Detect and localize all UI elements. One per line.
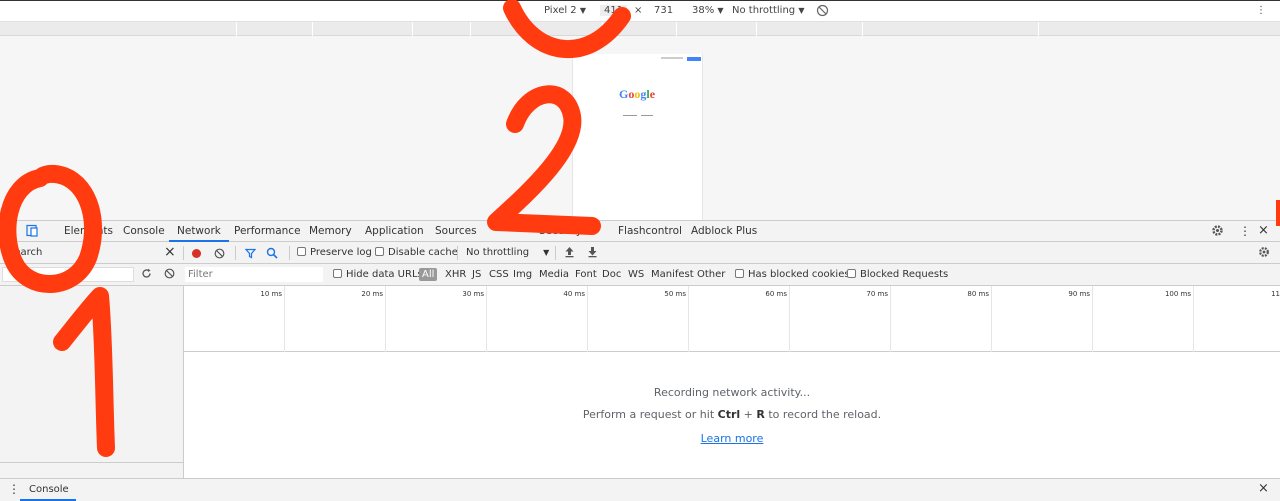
media-query-ruler — [0, 22, 1280, 36]
tab-network[interactable]: Network — [169, 225, 229, 242]
has-blocked-cookies-label: Has blocked cookies — [748, 269, 850, 280]
filter-js[interactable]: JS — [472, 269, 481, 280]
tab-flashcontrol[interactable]: Flashcontrol — [618, 225, 682, 237]
tab-adblock-plus[interactable]: Adblock Plus — [691, 225, 757, 237]
tab-elements[interactable]: Elements — [64, 225, 113, 237]
filter-ws[interactable]: WS — [628, 269, 644, 280]
record-button-icon[interactable] — [191, 248, 202, 262]
drawer-tab-console[interactable]: Console — [29, 484, 69, 495]
network-overview-timeline[interactable]: 10 ms 20 ms 30 ms 40 ms 50 ms 60 ms 70 m… — [184, 286, 1280, 352]
preview-link — [623, 115, 637, 116]
preview-top-links — [661, 57, 683, 59]
throttling-dropdown[interactable]: No throttling ▼ — [466, 247, 549, 258]
device-select[interactable]: Pixel 2 ▼ — [544, 5, 586, 16]
timeline-tick-label: 90 ms — [1068, 290, 1090, 298]
learn-more-link[interactable]: Learn more — [701, 432, 764, 445]
width-input[interactable]: 411 — [600, 5, 628, 16]
preserve-log-checkbox[interactable]: Preserve log — [297, 247, 372, 258]
throttling-select[interactable]: No throttling ▼ — [732, 5, 804, 16]
disable-cache-label: Disable cache — [388, 247, 458, 258]
disable-cache-checkbox[interactable]: Disable cache — [375, 247, 458, 258]
filter-doc[interactable]: Doc — [602, 269, 621, 280]
phone-preview[interactable]: Google — [572, 54, 703, 220]
filter-font[interactable]: Font — [575, 269, 597, 280]
preview-link — [641, 115, 653, 116]
timeline-tick-label: 50 ms — [664, 290, 686, 298]
filter-placeholder: Filter — [188, 269, 213, 280]
timeline-tick-label: 10 ms — [260, 290, 282, 298]
search-icon[interactable] — [266, 247, 278, 262]
filter-funnel-icon[interactable] — [244, 248, 257, 262]
clear-search-icon[interactable] — [164, 268, 175, 282]
tab-console[interactable]: Console — [123, 225, 165, 237]
console-drawer: ⋮ Console × — [0, 478, 1280, 501]
customize-more-icon[interactable]: ⋮ — [1239, 224, 1251, 238]
tab-memory[interactable]: Memory — [309, 225, 352, 237]
reload-hint: Perform a request or hit Ctrl + R to rec… — [582, 408, 882, 421]
filter-input[interactable]: Filter — [185, 267, 323, 282]
rotate-icon[interactable] — [816, 4, 829, 20]
tab-application[interactable]: Application — [365, 225, 424, 237]
search-panel-title: Search — [8, 247, 43, 258]
preview-signin-button — [687, 57, 701, 61]
network-toolbar: Search × Preserve log Disable cache No t… — [0, 242, 1280, 264]
search-query-input[interactable] — [2, 267, 134, 282]
timeline-tick-label: 40 ms — [563, 290, 585, 298]
filter-img[interactable]: Img — [513, 269, 532, 280]
tab-performance[interactable]: Performance — [234, 225, 301, 237]
timeline-tick-label: 100 ms — [1164, 290, 1191, 298]
network-settings-gear-icon[interactable] — [1258, 246, 1270, 261]
more-options-icon[interactable]: ⋮ — [1256, 5, 1266, 16]
preserve-log-label: Preserve log — [310, 247, 372, 258]
export-har-icon[interactable] — [587, 246, 598, 261]
timeline-tick-label: 30 ms — [462, 290, 484, 298]
height-input[interactable]: 731 — [650, 5, 678, 16]
filter-toolbar: Filter Hide data URLs All XHR JS CSS Img… — [0, 264, 1280, 286]
settings-gear-icon[interactable] — [1211, 224, 1224, 240]
device-toolbar: Pixel 2 ▼ 411 × 731 38% ▼ No throttling … — [0, 0, 1280, 22]
dimension-times: × — [634, 5, 643, 16]
refresh-search-icon[interactable] — [141, 268, 152, 282]
timeline-tick-label: 20 ms — [361, 290, 383, 298]
hide-data-urls-checkbox[interactable]: Hide data URLs — [333, 269, 423, 280]
filter-media[interactable]: Media — [539, 269, 569, 280]
timeline-tick-label: 60 ms — [765, 290, 787, 298]
timeline-tick-label: 80 ms — [967, 290, 989, 298]
filter-css[interactable]: CSS — [489, 269, 509, 280]
hide-data-urls-label: Hide data URLs — [346, 269, 423, 280]
google-logo: Google — [619, 87, 655, 102]
logo-letter: e — [649, 87, 656, 101]
filter-all-button[interactable]: All — [419, 268, 438, 281]
tab-security[interactable]: Security — [539, 225, 582, 237]
recording-message: Recording network activity... — [653, 386, 811, 399]
logo-letter: G — [619, 87, 629, 101]
network-empty-state: Recording network activity... Perform a … — [184, 352, 1280, 478]
blocked-requests-label: Blocked Requests — [860, 269, 949, 280]
timeline-tick-label: 11 — [1271, 290, 1280, 298]
close-drawer-icon[interactable]: × — [1258, 481, 1269, 496]
close-devtools-icon[interactable]: × — [1258, 223, 1269, 238]
filter-other[interactable]: Other — [697, 269, 725, 280]
filter-xhr[interactable]: XHR — [445, 269, 466, 280]
search-results-panel — [0, 286, 184, 478]
filter-manifest[interactable]: Manifest — [651, 269, 694, 280]
import-har-icon[interactable] — [564, 246, 575, 261]
device-toggle-icon[interactable] — [26, 224, 39, 240]
blocked-requests-checkbox[interactable]: Blocked Requests — [847, 269, 948, 280]
has-blocked-cookies-checkbox[interactable]: Has blocked cookies — [735, 269, 850, 280]
devtools-tab-bar: Elements Console Network Performance Mem… — [0, 220, 1280, 242]
close-search-icon[interactable]: × — [164, 244, 176, 260]
drawer-menu-icon[interactable]: ⋮ — [8, 482, 20, 496]
timeline-tick-label: 70 ms — [866, 290, 888, 298]
device-viewport: Google — [0, 36, 1280, 220]
tab-sources[interactable]: Sources — [435, 225, 477, 237]
zoom-select[interactable]: 38% ▼ — [692, 5, 724, 16]
clear-icon[interactable] — [214, 248, 225, 262]
